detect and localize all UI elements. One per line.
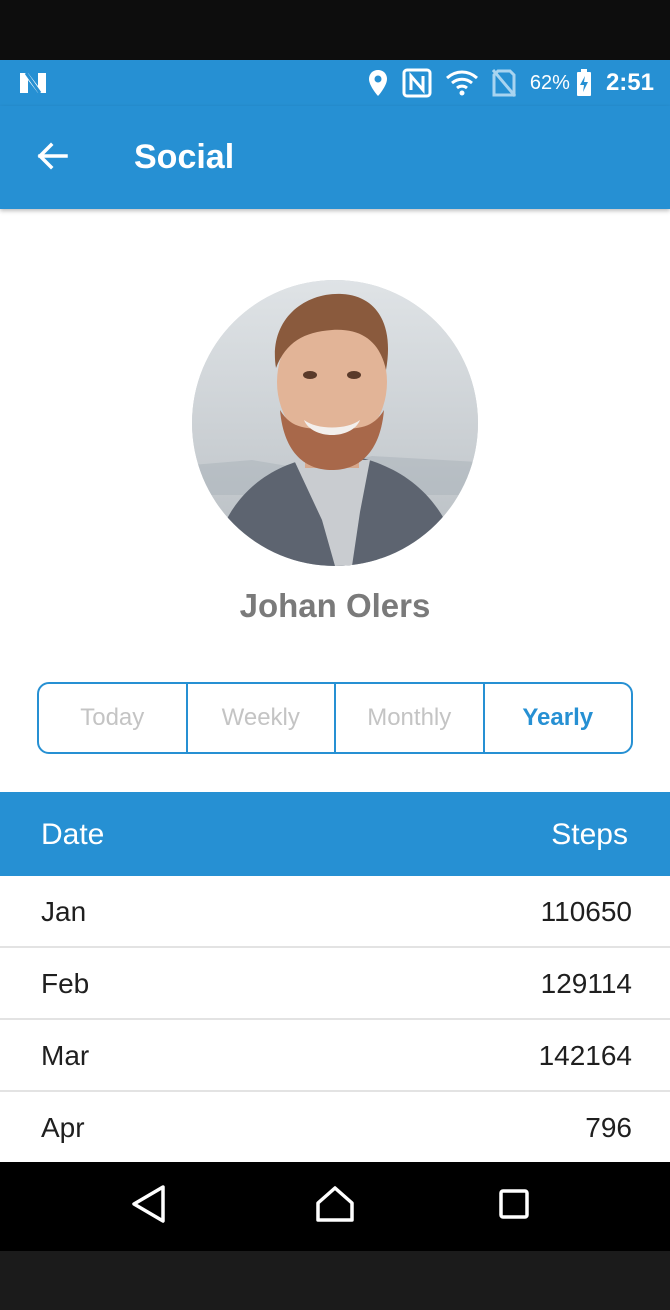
tab-yearly[interactable]: Yearly [485,684,632,752]
table-row[interactable]: Apr 796 [0,1092,670,1162]
profile-avatar [192,280,478,566]
column-header-date: Date [41,818,105,851]
back-button[interactable] [30,136,74,180]
row-steps: 110650 [540,896,632,927]
battery-percent: 62% [529,71,570,94]
tab-weekly[interactable]: Weekly [188,684,336,752]
bottom-bezel [0,1251,670,1310]
row-date: Feb [41,968,90,999]
main-content: Johan Olers Today Weekly Monthly Yearly … [0,209,670,1162]
table-header: Date Steps [0,792,670,876]
status-time: 2:51 [605,69,654,96]
battery-charging-icon [576,69,592,97]
nfc-icon [402,68,432,98]
row-date: Apr [41,1112,85,1143]
nav-home-button[interactable] [313,1184,357,1228]
steps-table: Jan 110650 Feb 129114 Mar 142164 Apr 796 [0,876,670,1162]
table-row[interactable]: Jan 110650 [0,876,670,948]
row-steps: 796 [585,1112,632,1143]
tab-today[interactable]: Today [39,684,188,752]
system-nav-bar [0,1162,670,1251]
back-triangle-icon [130,1184,168,1229]
location-icon [368,69,388,97]
no-sim-icon [491,69,516,97]
table-row[interactable]: Mar 142164 [0,1020,670,1092]
notification-n-icon [18,70,48,96]
wifi-icon [445,70,478,96]
column-header-steps: Steps [551,818,628,851]
app-bar: Social [0,106,670,209]
row-date: Mar [41,1040,90,1071]
top-bezel [0,0,670,60]
row-steps: 142164 [538,1040,632,1071]
nav-recents-button[interactable] [492,1184,536,1228]
arrow-left-icon [36,142,68,175]
status-bar: 62% 2:51 [0,60,670,106]
profile-name: Johan Olers [239,587,431,624]
page-title: Social [134,138,235,176]
row-steps: 129114 [540,968,632,999]
row-date: Jan [41,896,87,927]
recents-square-icon [498,1188,530,1225]
tab-monthly[interactable]: Monthly [336,684,485,752]
period-tabs: Today Weekly Monthly Yearly [37,682,633,754]
nav-back-button[interactable] [127,1184,171,1228]
home-icon [315,1185,355,1228]
table-row[interactable]: Feb 129114 [0,948,670,1020]
